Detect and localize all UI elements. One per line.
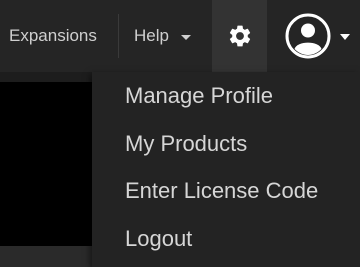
menu-item-enter-license-code[interactable]: Enter License Code xyxy=(125,178,318,204)
nav-help-dropdown[interactable]: Help xyxy=(134,0,191,72)
profile-dropdown-menu: Manage Profile My Products Enter License… xyxy=(92,72,360,267)
menu-item-my-products[interactable]: My Products xyxy=(125,131,247,157)
nav-expansions-label: Expansions xyxy=(9,26,97,45)
content-panel xyxy=(0,82,92,246)
content-footer-strip xyxy=(0,246,92,267)
settings-button[interactable] xyxy=(212,0,267,72)
profile-menu-button[interactable] xyxy=(284,0,360,72)
gear-icon xyxy=(229,25,250,47)
nav-help-label: Help xyxy=(134,26,169,45)
caret-down-icon xyxy=(340,34,350,40)
app-window: Expansions Help Manage Profile My Produc… xyxy=(0,0,360,267)
caret-down-icon xyxy=(180,34,191,40)
menu-item-manage-profile[interactable]: Manage Profile xyxy=(125,83,273,109)
top-navbar: Expansions Help xyxy=(0,0,360,72)
user-avatar-icon xyxy=(285,13,331,59)
nav-expansions-link[interactable]: Expansions xyxy=(9,0,97,72)
menu-item-logout[interactable]: Logout xyxy=(125,226,192,252)
nav-divider xyxy=(118,14,119,58)
